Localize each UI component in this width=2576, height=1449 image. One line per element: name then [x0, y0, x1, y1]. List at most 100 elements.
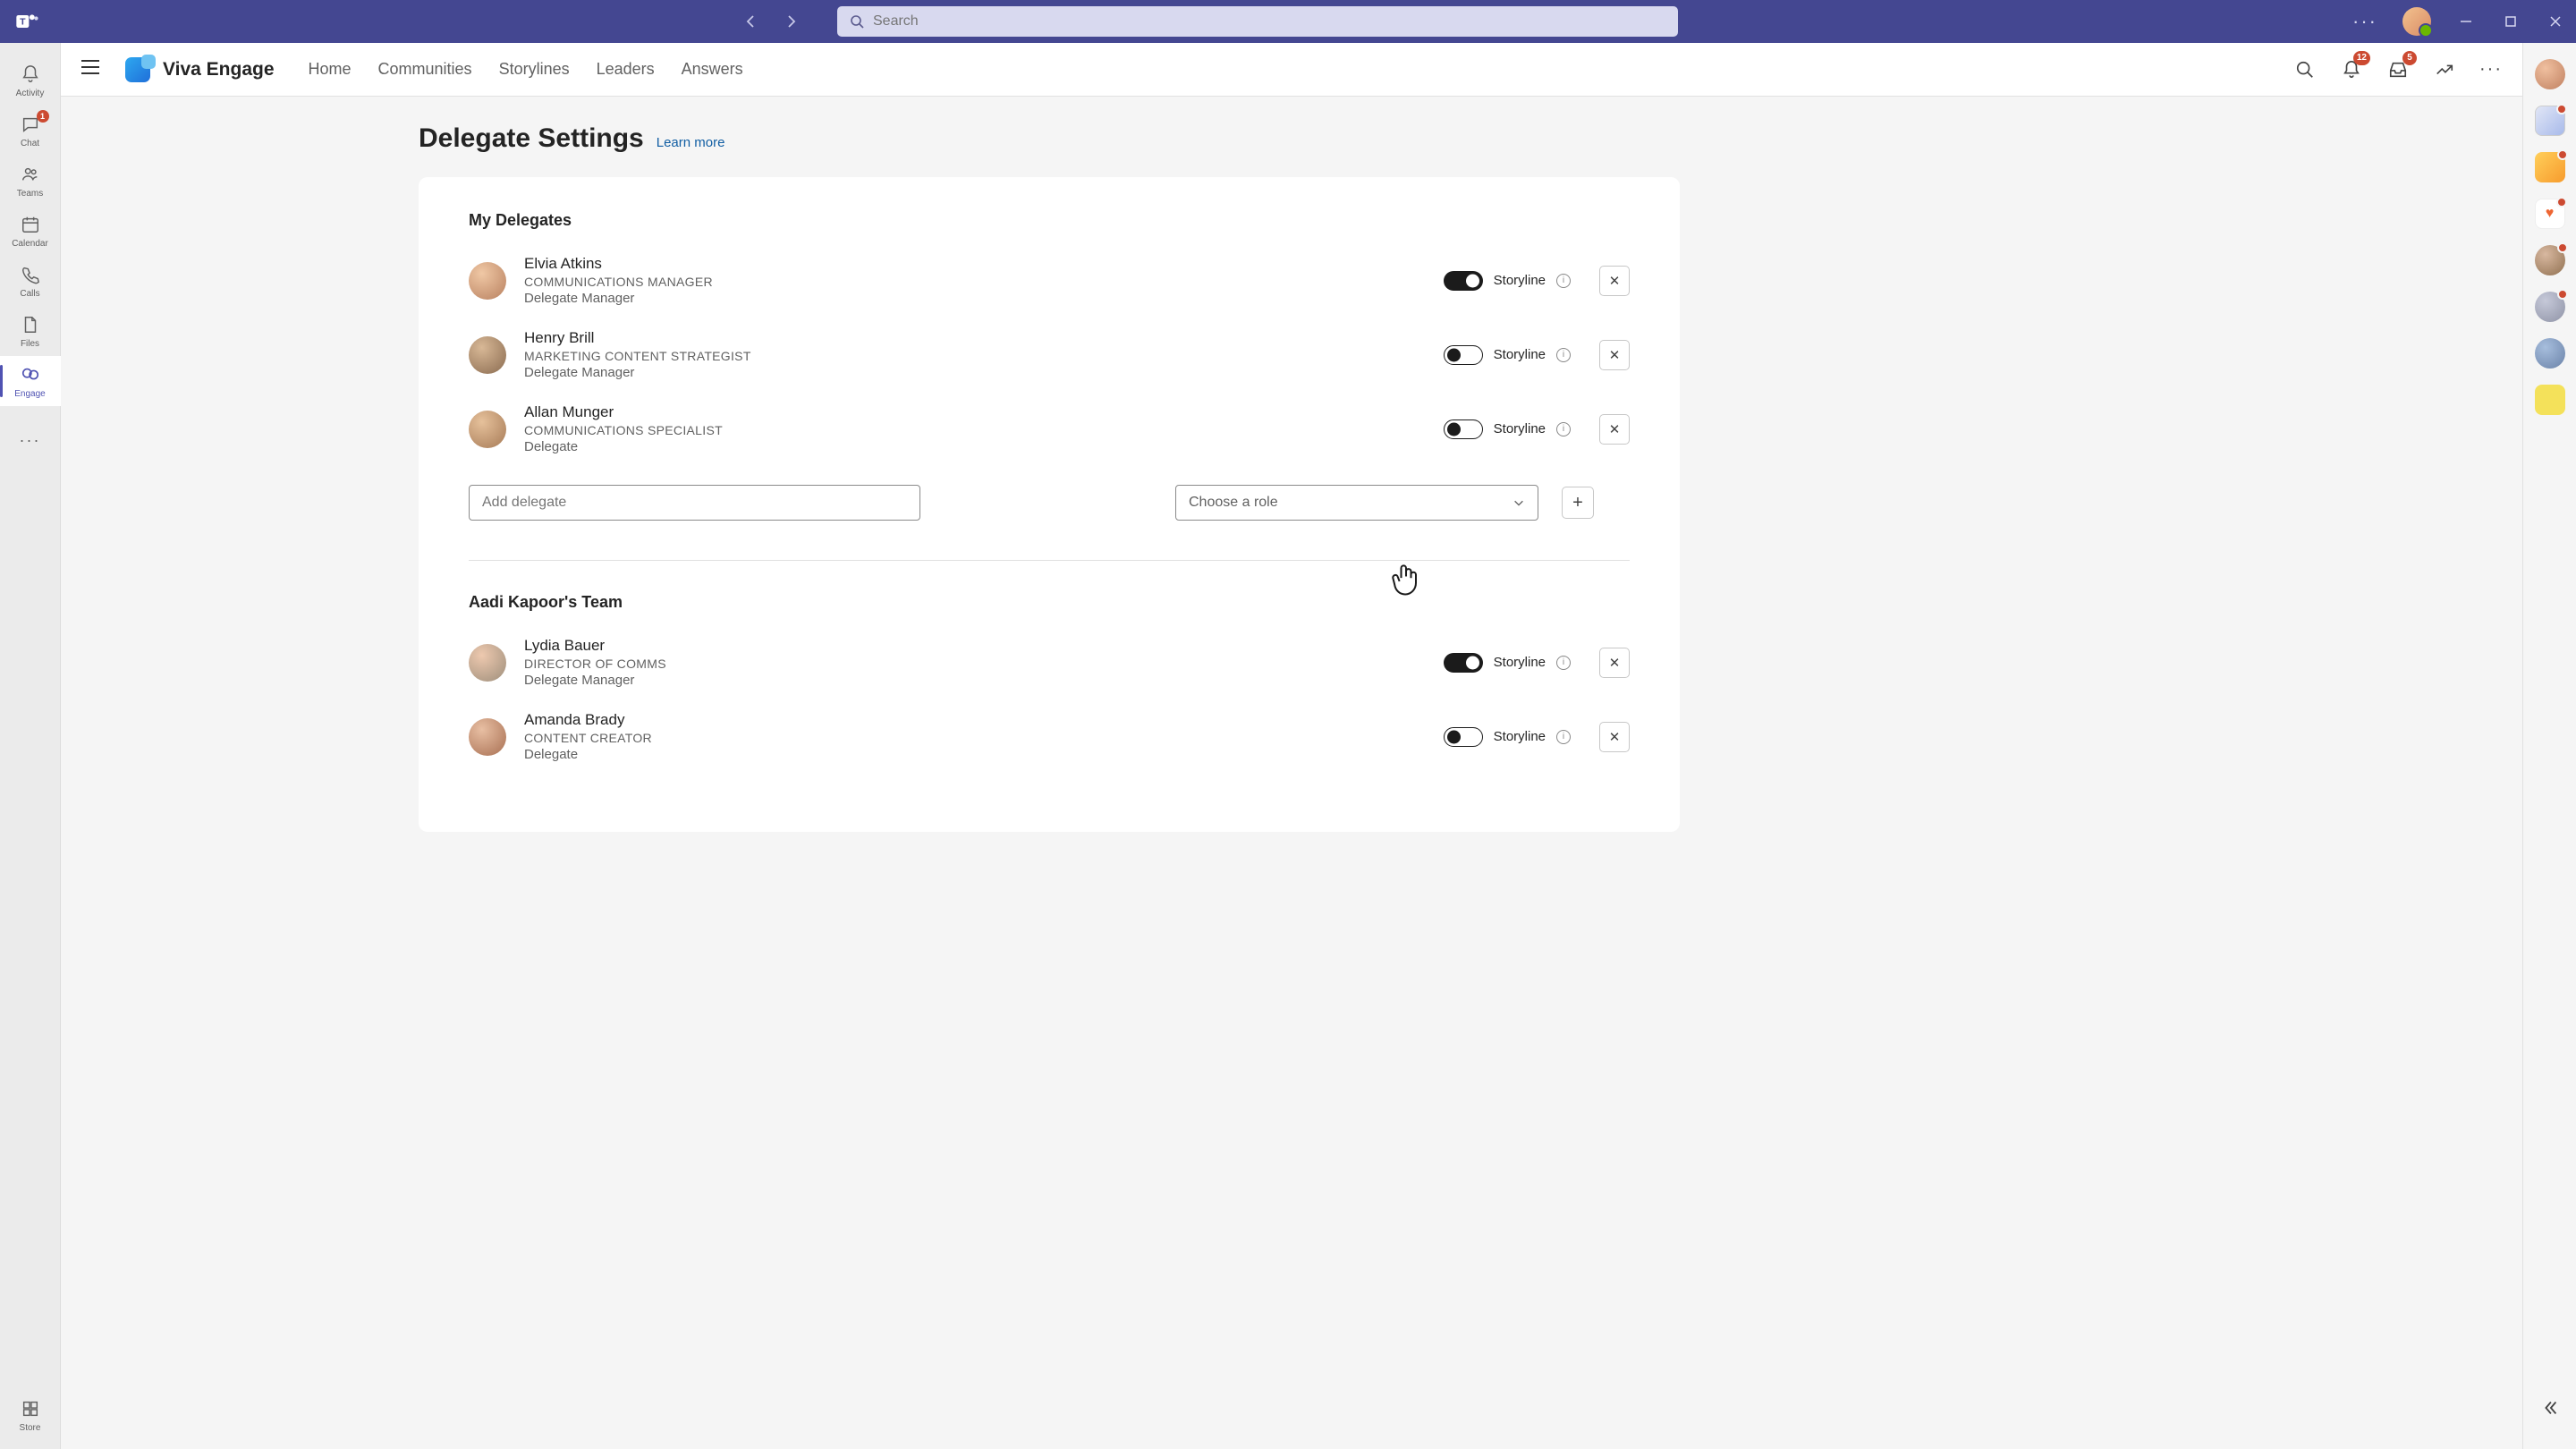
delegate-job-title: MARKETING CONTENT STRATEGIST	[524, 349, 1444, 363]
calendar-icon	[20, 214, 41, 235]
role-select-label: Choose a role	[1189, 495, 1278, 511]
learn-more-link[interactable]: Learn more	[657, 135, 725, 150]
remove-delegate-button[interactable]: ✕	[1599, 648, 1630, 678]
remove-delegate-button[interactable]: ✕	[1599, 722, 1630, 752]
nav-answers[interactable]: Answers	[682, 60, 743, 79]
brand-title: Viva Engage	[163, 59, 275, 80]
search-icon	[850, 14, 864, 29]
rail-teams[interactable]: Teams	[0, 156, 61, 206]
window-maximize-button[interactable]	[2501, 12, 2521, 31]
right-rail-contact[interactable]	[2535, 245, 2565, 275]
search-box[interactable]	[837, 6, 1678, 37]
nav-forward-button[interactable]	[780, 11, 801, 32]
rail-more[interactable]: ···	[0, 415, 61, 465]
teams-app-icon: T	[11, 5, 43, 38]
left-rail: Activity 1 Chat Teams Calendar Calls Fil…	[0, 43, 61, 1449]
right-rail-contact[interactable]	[2535, 338, 2565, 369]
titlebar-more-button[interactable]: ···	[2352, 10, 2377, 33]
delegate-name: Lydia Bauer	[524, 637, 1444, 655]
right-rail-contact[interactable]	[2535, 59, 2565, 89]
add-delegate-input[interactable]	[469, 485, 920, 521]
info-icon[interactable]: i	[1556, 274, 1571, 288]
phone-icon	[20, 264, 41, 285]
inbox-badge: 5	[2402, 51, 2417, 65]
rail-store[interactable]: Store	[0, 1390, 61, 1440]
svg-text:T: T	[20, 17, 26, 28]
nav-storylines[interactable]: Storylines	[499, 60, 570, 79]
store-icon	[20, 1398, 41, 1419]
notif-badge: 12	[2353, 51, 2370, 65]
right-rail: ♥	[2522, 43, 2576, 1449]
profile-avatar[interactable]	[2402, 7, 2431, 36]
delegate-role: Delegate Manager	[524, 365, 1444, 380]
delegate-avatar	[469, 644, 506, 682]
remove-delegate-button[interactable]: ✕	[1599, 340, 1630, 370]
delegate-name: Allan Munger	[524, 403, 1444, 421]
search-input[interactable]	[873, 13, 1665, 30]
appbar-more-button[interactable]: ···	[2479, 58, 2503, 81]
storyline-label: Storyline	[1494, 347, 1546, 362]
app-bar: Viva Engage Home Communities Storylines …	[61, 43, 2522, 97]
chat-badge: 1	[37, 110, 49, 123]
delegate-row: Lydia Bauer DIRECTOR OF COMMS Delegate M…	[469, 630, 1630, 704]
storyline-toggle[interactable]	[1444, 345, 1483, 365]
choose-role-select[interactable]: Choose a role	[1175, 485, 1538, 521]
analytics-icon	[2435, 60, 2454, 80]
delegate-role: Delegate Manager	[524, 291, 1444, 306]
storyline-toggle[interactable]	[1444, 727, 1483, 747]
delegate-card: My Delegates Elvia Atkins COMMUNICATIONS…	[419, 177, 1680, 832]
appbar-inbox-button[interactable]: 5	[2386, 58, 2410, 81]
right-rail-contact[interactable]	[2535, 292, 2565, 322]
appbar-search-button[interactable]	[2293, 58, 2317, 81]
delegate-name: Amanda Brady	[524, 711, 1444, 729]
rail-activity[interactable]: Activity	[0, 55, 61, 106]
remove-delegate-button[interactable]: ✕	[1599, 266, 1630, 296]
rail-calls[interactable]: Calls	[0, 256, 61, 306]
info-icon[interactable]: i	[1556, 730, 1571, 744]
titlebar: T ···	[0, 0, 2576, 43]
nav-home[interactable]: Home	[309, 60, 352, 79]
info-icon[interactable]: i	[1556, 422, 1571, 436]
window-minimize-button[interactable]	[2456, 12, 2476, 31]
storyline-toggle[interactable]	[1444, 271, 1483, 291]
page-body: Delegate Settings Learn more My Delegate…	[61, 97, 2522, 1449]
bell-icon	[20, 64, 41, 85]
people-icon	[20, 164, 41, 185]
remove-delegate-button[interactable]: ✕	[1599, 414, 1630, 445]
rail-calendar[interactable]: Calendar	[0, 206, 61, 256]
delegate-avatar	[469, 411, 506, 448]
appbar-notifications-button[interactable]: 12	[2340, 58, 2363, 81]
hamburger-button[interactable]	[80, 59, 104, 80]
right-rail-app[interactable]: ♥	[2535, 199, 2565, 229]
info-icon[interactable]: i	[1556, 348, 1571, 362]
chevron-down-icon	[1513, 496, 1525, 509]
delegate-avatar	[469, 336, 506, 374]
window-close-button[interactable]	[2546, 12, 2565, 31]
my-delegates-heading: My Delegates	[469, 211, 1630, 230]
rail-chat[interactable]: 1 Chat	[0, 106, 61, 156]
delegate-role: Delegate	[524, 439, 1444, 454]
right-rail-app[interactable]	[2535, 152, 2565, 182]
storyline-label: Storyline	[1494, 655, 1546, 670]
storyline-label: Storyline	[1494, 421, 1546, 436]
delegate-job-title: COMMUNICATIONS MANAGER	[524, 275, 1444, 289]
right-rail-app[interactable]	[2535, 385, 2565, 415]
storyline-toggle[interactable]	[1444, 653, 1483, 673]
delegate-role: Delegate	[524, 747, 1444, 762]
storyline-toggle[interactable]	[1444, 419, 1483, 439]
delegate-row: Elvia Atkins COMMUNICATIONS MANAGER Dele…	[469, 248, 1630, 322]
nav-communities[interactable]: Communities	[378, 60, 472, 79]
info-icon[interactable]: i	[1556, 656, 1571, 670]
team-heading: Aadi Kapoor's Team	[469, 593, 1630, 612]
appbar-analytics-button[interactable]	[2433, 58, 2456, 81]
nav-leaders[interactable]: Leaders	[597, 60, 655, 79]
delegate-avatar	[469, 718, 506, 756]
file-icon	[20, 314, 41, 335]
delegate-avatar	[469, 262, 506, 300]
rail-files[interactable]: Files	[0, 306, 61, 356]
add-delegate-button[interactable]: +	[1562, 487, 1594, 519]
right-rail-collapse-button[interactable]	[2540, 1398, 2560, 1422]
right-rail-app[interactable]	[2535, 106, 2565, 136]
nav-back-button[interactable]	[741, 11, 762, 32]
rail-engage[interactable]: Engage	[0, 356, 61, 406]
